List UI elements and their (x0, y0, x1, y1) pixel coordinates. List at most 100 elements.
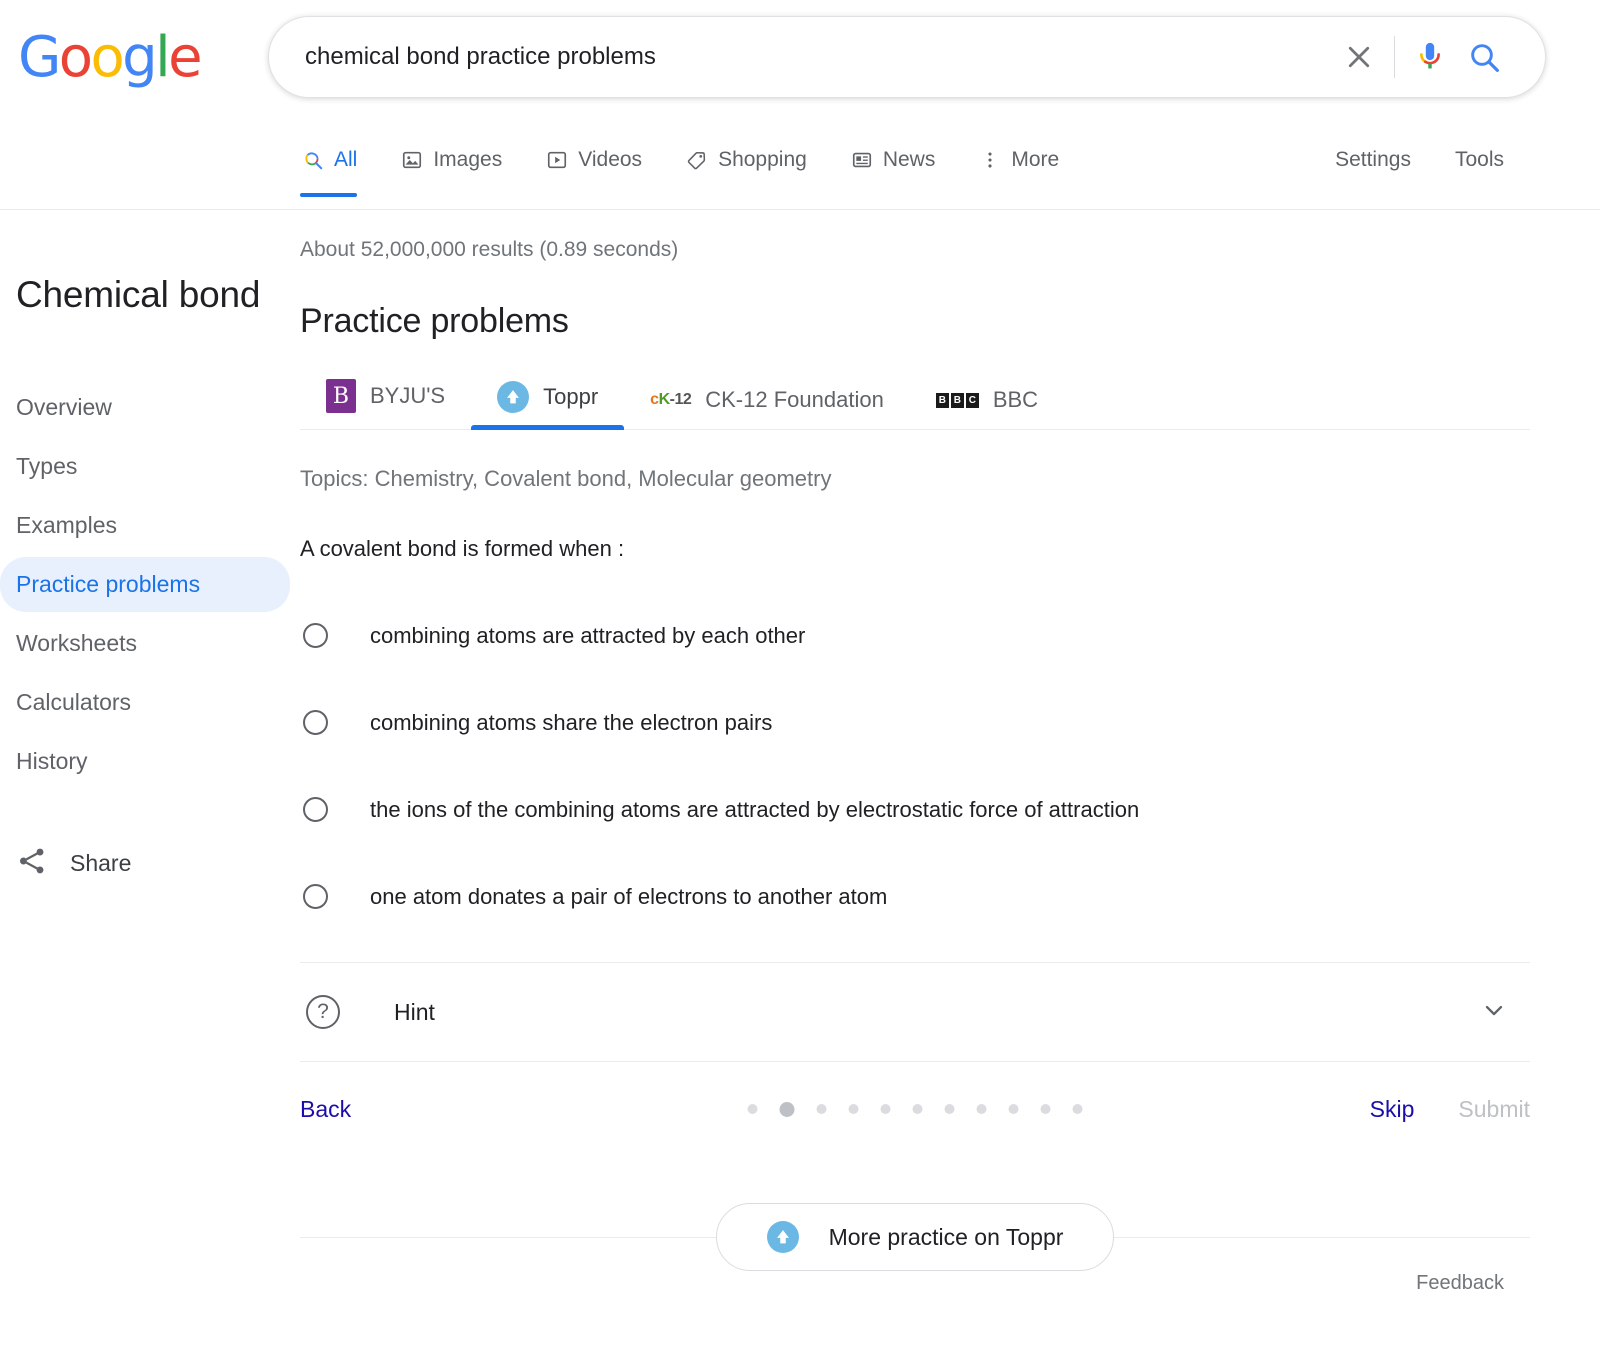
logo-letter-o2: o (90, 25, 124, 90)
sidebar-links: Overview Types Examples Practice problem… (0, 380, 290, 789)
provider-tab-bbc-label: BBC (992, 387, 1039, 412)
share-button[interactable]: Share (0, 829, 290, 898)
option-row[interactable]: one atom donates a pair of electrons to … (300, 853, 1530, 940)
logo-letter-G: G (18, 25, 61, 90)
provider-tab-byjus[interactable]: B BYJU'S (300, 369, 471, 429)
pager-right-actions: Skip Submit (1370, 1096, 1530, 1123)
logo-letter-g: g (122, 25, 158, 90)
submit-button: Submit (1458, 1095, 1530, 1122)
pager-dot[interactable] (848, 1104, 859, 1114)
provider-tab-ck12-label: CK-12 Foundation (705, 387, 884, 412)
pager-dot[interactable] (747, 1104, 758, 1114)
back-button[interactable]: Back (300, 1096, 351, 1123)
more-practice-button[interactable]: More practice on Toppr (715, 1203, 1115, 1271)
logo-letter-e: e (168, 25, 202, 90)
tab-shopping-label: Shopping (718, 148, 807, 171)
tab-all[interactable]: All (298, 124, 379, 197)
provider-tab-toppr[interactable]: Toppr (471, 371, 625, 430)
video-icon (546, 149, 568, 171)
tab-images[interactable]: Images (379, 124, 524, 196)
page-header: Google chemical bond practice problems (0, 0, 1600, 124)
more-practice-row: More practice on Toppr (300, 1200, 1530, 1274)
knowledge-panel-sidebar: Chemical bond Overview Types Examples Pr… (0, 270, 290, 898)
option-label: combining atoms are attracted by each ot… (370, 622, 806, 648)
pager-dot[interactable] (880, 1104, 891, 1114)
answer-options: combining atoms are attracted by each ot… (300, 592, 1530, 940)
pager-dot[interactable] (1008, 1104, 1019, 1114)
chevron-down-icon[interactable] (1480, 996, 1508, 1029)
radio-button[interactable] (303, 623, 328, 648)
search-bar-divider (1394, 36, 1395, 78)
feedback-link[interactable]: Feedback (1416, 1272, 1504, 1295)
provider-tab-ck12[interactable]: cK-12 CK-12 Foundation (624, 377, 910, 429)
option-row[interactable]: the ions of the combining atoms are attr… (300, 766, 1530, 853)
settings-button[interactable]: Settings (1335, 148, 1411, 172)
tools-button[interactable]: Tools (1455, 148, 1504, 172)
google-logo[interactable]: Google (18, 25, 203, 90)
tab-shopping[interactable]: Shopping (664, 124, 829, 196)
more-vertical-icon (979, 149, 1001, 171)
search-bar-icons (1332, 30, 1545, 84)
provider-tab-bbc[interactable]: BBC BBC (910, 377, 1064, 429)
share-label: Share (70, 849, 132, 876)
byjus-logo-icon: B (326, 379, 356, 413)
tab-videos[interactable]: Videos (524, 124, 664, 196)
sidebar-item-worksheets[interactable]: Worksheets (0, 616, 290, 671)
more-practice-label: More practice on Toppr (828, 1223, 1064, 1250)
skip-button[interactable]: Skip (1370, 1096, 1415, 1123)
sidebar-item-calculators[interactable]: Calculators (0, 675, 290, 730)
pager-dot-active[interactable] (779, 1101, 795, 1117)
results-count: About 52,000,000 results (0.89 seconds) (300, 238, 679, 261)
pager-dot[interactable] (1040, 1104, 1051, 1114)
search-tabs: All Images Videos Shopping News More (298, 124, 1081, 210)
sidebar-item-examples[interactable]: Examples (0, 498, 290, 553)
radio-button[interactable] (303, 710, 328, 735)
search-nav-bar: All Images Videos Shopping News More Set… (0, 124, 1600, 210)
logo-letter-l: l (155, 25, 171, 90)
main-results-column: About 52,000,000 results (0.89 seconds) … (300, 210, 1530, 1274)
search-submit-icon[interactable] (1457, 30, 1511, 84)
ck12-logo-icon: cK-12 (650, 391, 692, 408)
tab-news[interactable]: News (829, 124, 958, 196)
tab-images-label: Images (433, 148, 503, 171)
newspaper-icon (851, 149, 873, 171)
pager-dot[interactable] (976, 1104, 987, 1114)
sidebar-item-types[interactable]: Types (0, 439, 290, 494)
question-text: A covalent bond is formed when : (300, 536, 625, 561)
tab-more-label: More (1011, 148, 1060, 171)
practice-problems-heading: Practice problems (300, 302, 569, 340)
radio-button[interactable] (303, 884, 328, 909)
tab-videos-label: Videos (578, 148, 643, 171)
sidebar-item-history[interactable]: History (0, 734, 290, 789)
pager-dot[interactable] (944, 1104, 955, 1114)
option-row[interactable]: combining atoms share the electron pairs (300, 679, 1530, 766)
pager-dot[interactable] (816, 1104, 827, 1114)
option-row[interactable]: combining atoms are attracted by each ot… (300, 592, 1530, 679)
tab-more[interactable]: More (957, 124, 1081, 196)
image-icon (401, 149, 423, 171)
sidebar-item-overview[interactable]: Overview (0, 380, 290, 435)
provider-tab-byjus-label: BYJU'S (370, 383, 446, 408)
search-input[interactable]: chemical bond practice problems (305, 43, 1332, 71)
tab-all-label: All (334, 148, 358, 171)
close-icon[interactable] (1332, 30, 1386, 84)
google-search-results-page: Google chemical bond practice problems A… (0, 0, 1600, 1353)
hint-label: Hint (394, 998, 435, 1025)
provider-tab-toppr-label: Toppr (543, 384, 599, 409)
tab-news-label: News (882, 148, 936, 171)
search-bar[interactable]: chemical bond practice problems (268, 16, 1546, 98)
provider-tabs: B BYJU'S Toppr cK-12 CK-12 Foundation BB… (300, 369, 1530, 430)
option-label: the ions of the combining atoms are attr… (370, 796, 1140, 822)
toppr-logo-icon (766, 1221, 799, 1253)
sidebar-item-practice-problems[interactable]: Practice problems (0, 556, 290, 612)
option-label: one atom donates a pair of electrons to … (370, 883, 888, 909)
radio-button[interactable] (303, 797, 328, 822)
bbc-logo-icon: BBC (935, 392, 979, 408)
search-nav-right: Settings Tools (1335, 124, 1504, 196)
question-pager: Back Skip Submit (300, 1062, 1530, 1156)
logo-letter-o1: o (58, 25, 93, 90)
microphone-icon[interactable] (1403, 30, 1457, 84)
pager-dot[interactable] (912, 1104, 923, 1114)
hint-accordion[interactable]: ? Hint (300, 962, 1530, 1062)
pager-dot[interactable] (1072, 1104, 1083, 1114)
